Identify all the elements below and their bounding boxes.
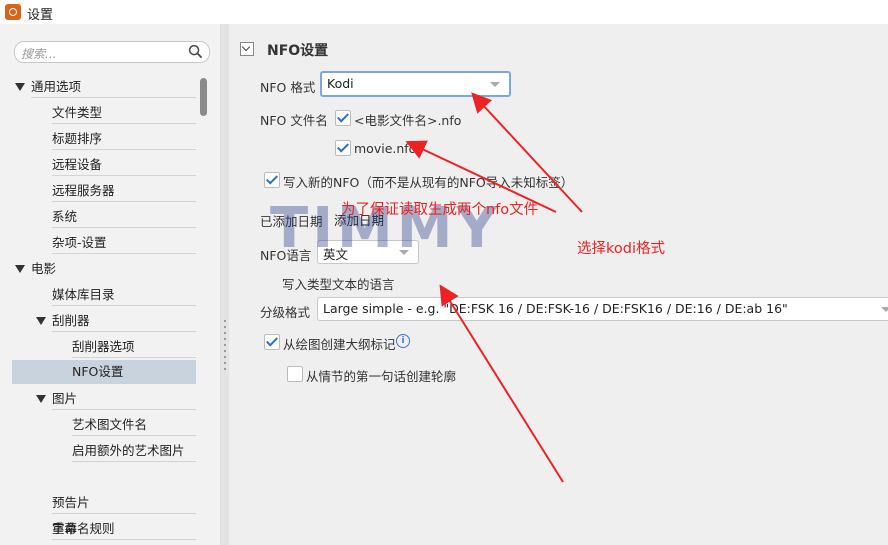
nfo-format-select[interactable]: Kodi (320, 71, 511, 97)
sidebar-item-system[interactable]: 系统 (0, 205, 200, 229)
sidebar-item-label: 重命名规则 (52, 521, 115, 536)
expand-triangle-icon[interactable] (36, 317, 46, 325)
pane-splitter[interactable] (221, 24, 229, 545)
settings-sidebar: 搜索... 通用选项 文件类型 标题排序 远程设备 远程服务器 系统 杂项-设置… (0, 24, 221, 545)
nfo-language-hint: 写入类型文本的语言 (282, 277, 395, 292)
section-header: NFO设置 (229, 38, 888, 60)
sidebar-item-label: 启用额外的艺术图片 (72, 443, 185, 458)
sidebar-item-label: 图片 (52, 391, 78, 406)
nfo-format-value: Kodi (327, 76, 354, 91)
certification-format-select[interactable]: Large simple - e.g. "DE:FSK 16 / DE:FSK-… (317, 297, 888, 321)
sidebar-item-label: NFO设置 (72, 364, 124, 379)
create-outline-checkbox[interactable] (264, 334, 280, 350)
sidebar-item-movies[interactable]: 电影 (0, 257, 200, 281)
sidebar-item-library-dirs[interactable]: 媒体库目录 (0, 283, 200, 307)
app-logo-icon (5, 4, 21, 20)
write-new-nfo-checkbox[interactable] (264, 172, 280, 188)
write-new-nfo-label: 写入新的NFO（而不是从现有的NFO导入未知标签） (283, 175, 574, 190)
section-title: NFO设置 (267, 43, 329, 59)
nfo-filename-movie-nfo-label: movie.nfo (354, 141, 417, 156)
sidebar-item-label: 系统 (52, 209, 78, 224)
nfo-filename-label: NFO 文件名 (260, 113, 328, 128)
sidebar-item-label: 通用选项 (31, 79, 82, 94)
sidebar-item-label: 标题排序 (52, 131, 103, 146)
expand-triangle-icon[interactable] (36, 395, 46, 403)
outline-first-sentence-checkbox[interactable] (287, 366, 303, 382)
sidebar-item-remote-servers[interactable]: 远程服务器 (0, 179, 200, 203)
expand-triangle-icon[interactable] (15, 265, 25, 273)
info-icon[interactable]: i (396, 334, 410, 348)
nfo-filename-moviefile-label: <电影文件名>.nfo (354, 113, 462, 128)
annotation-two-files: 为了保证读取生成两个nfo文件 (341, 202, 539, 218)
title-bar: 设置 (0, 0, 888, 24)
settings-main-panel: NFO设置 NFO 格式 Kodi NFO 文件名 <电影文件名>.nfo mo… (229, 24, 888, 545)
sidebar-item-trailers[interactable]: 预告片 (0, 491, 200, 515)
sidebar-item-misc[interactable]: 杂项-设置 (0, 231, 200, 255)
nfo-filename-movie-nfo-checkbox[interactable] (335, 140, 351, 156)
sidebar-scrollbar[interactable] (200, 78, 207, 545)
collapse-section-icon[interactable] (240, 42, 254, 56)
sidebar-item-label: 电影 (31, 261, 57, 276)
search-icon[interactable] (188, 44, 203, 59)
nfo-filename-moviefile-checkbox[interactable] (335, 110, 351, 126)
sidebar-item-scraper[interactable]: 刮削器 (0, 309, 200, 333)
sidebar-item-label: 杂项-设置 (52, 235, 107, 250)
certification-format-label: 分级格式 (260, 305, 311, 320)
sidebar-item-label: 刮削器选项 (72, 339, 135, 354)
sidebar-item-remote-devices[interactable]: 远程设备 (0, 153, 200, 177)
sidebar-item-nfo-settings[interactable]: NFO设置 (12, 360, 196, 384)
nfo-format-label: NFO 格式 (260, 80, 316, 95)
sidebar-item-label: 远程设备 (52, 157, 103, 172)
sidebar-item-scraper-options[interactable]: 刮削器选项 (0, 335, 200, 359)
sidebar-item-label: 预告片 (52, 495, 90, 510)
sidebar-item-title-sort[interactable]: 标题排序 (0, 127, 200, 151)
sidebar-item-label: 媒体库目录 (52, 287, 115, 302)
scroll-thumb[interactable] (200, 78, 207, 116)
certification-format-value: Large simple - e.g. "DE:FSK 16 / DE:FSK-… (323, 301, 788, 316)
sidebar-item-label: 艺术图文件名 (72, 417, 148, 432)
sidebar-item-label: 文件类型 (52, 105, 103, 120)
search-input[interactable]: 搜索... (14, 41, 210, 63)
sidebar-item-label: 刮削器 (52, 313, 90, 328)
expand-triangle-icon[interactable] (15, 83, 25, 91)
sidebar-item-general[interactable]: 通用选项 (0, 75, 200, 99)
sidebar-item-label: 远程服务器 (52, 183, 115, 198)
sidebar-item-extra-artwork[interactable]: 启用额外的艺术图片 (0, 439, 200, 463)
search-placeholder: 搜索... (21, 47, 57, 61)
chevron-down-icon (881, 307, 888, 312)
chevron-down-icon (490, 82, 500, 87)
window-title: 设置 (27, 8, 54, 23)
annotation-choose-kodi: 选择kodi格式 (577, 241, 665, 257)
sidebar-item-file-types[interactable]: 文件类型 (0, 101, 200, 125)
outline-first-sentence-label: 从情节的第一句话创建轮廓 (306, 369, 457, 384)
create-outline-label: 从绘图创建大纲标记 (283, 337, 396, 352)
sidebar-item-artwork-filenames[interactable]: 艺术图文件名 (0, 413, 200, 437)
sidebar-item-images[interactable]: 图片 (0, 387, 200, 411)
